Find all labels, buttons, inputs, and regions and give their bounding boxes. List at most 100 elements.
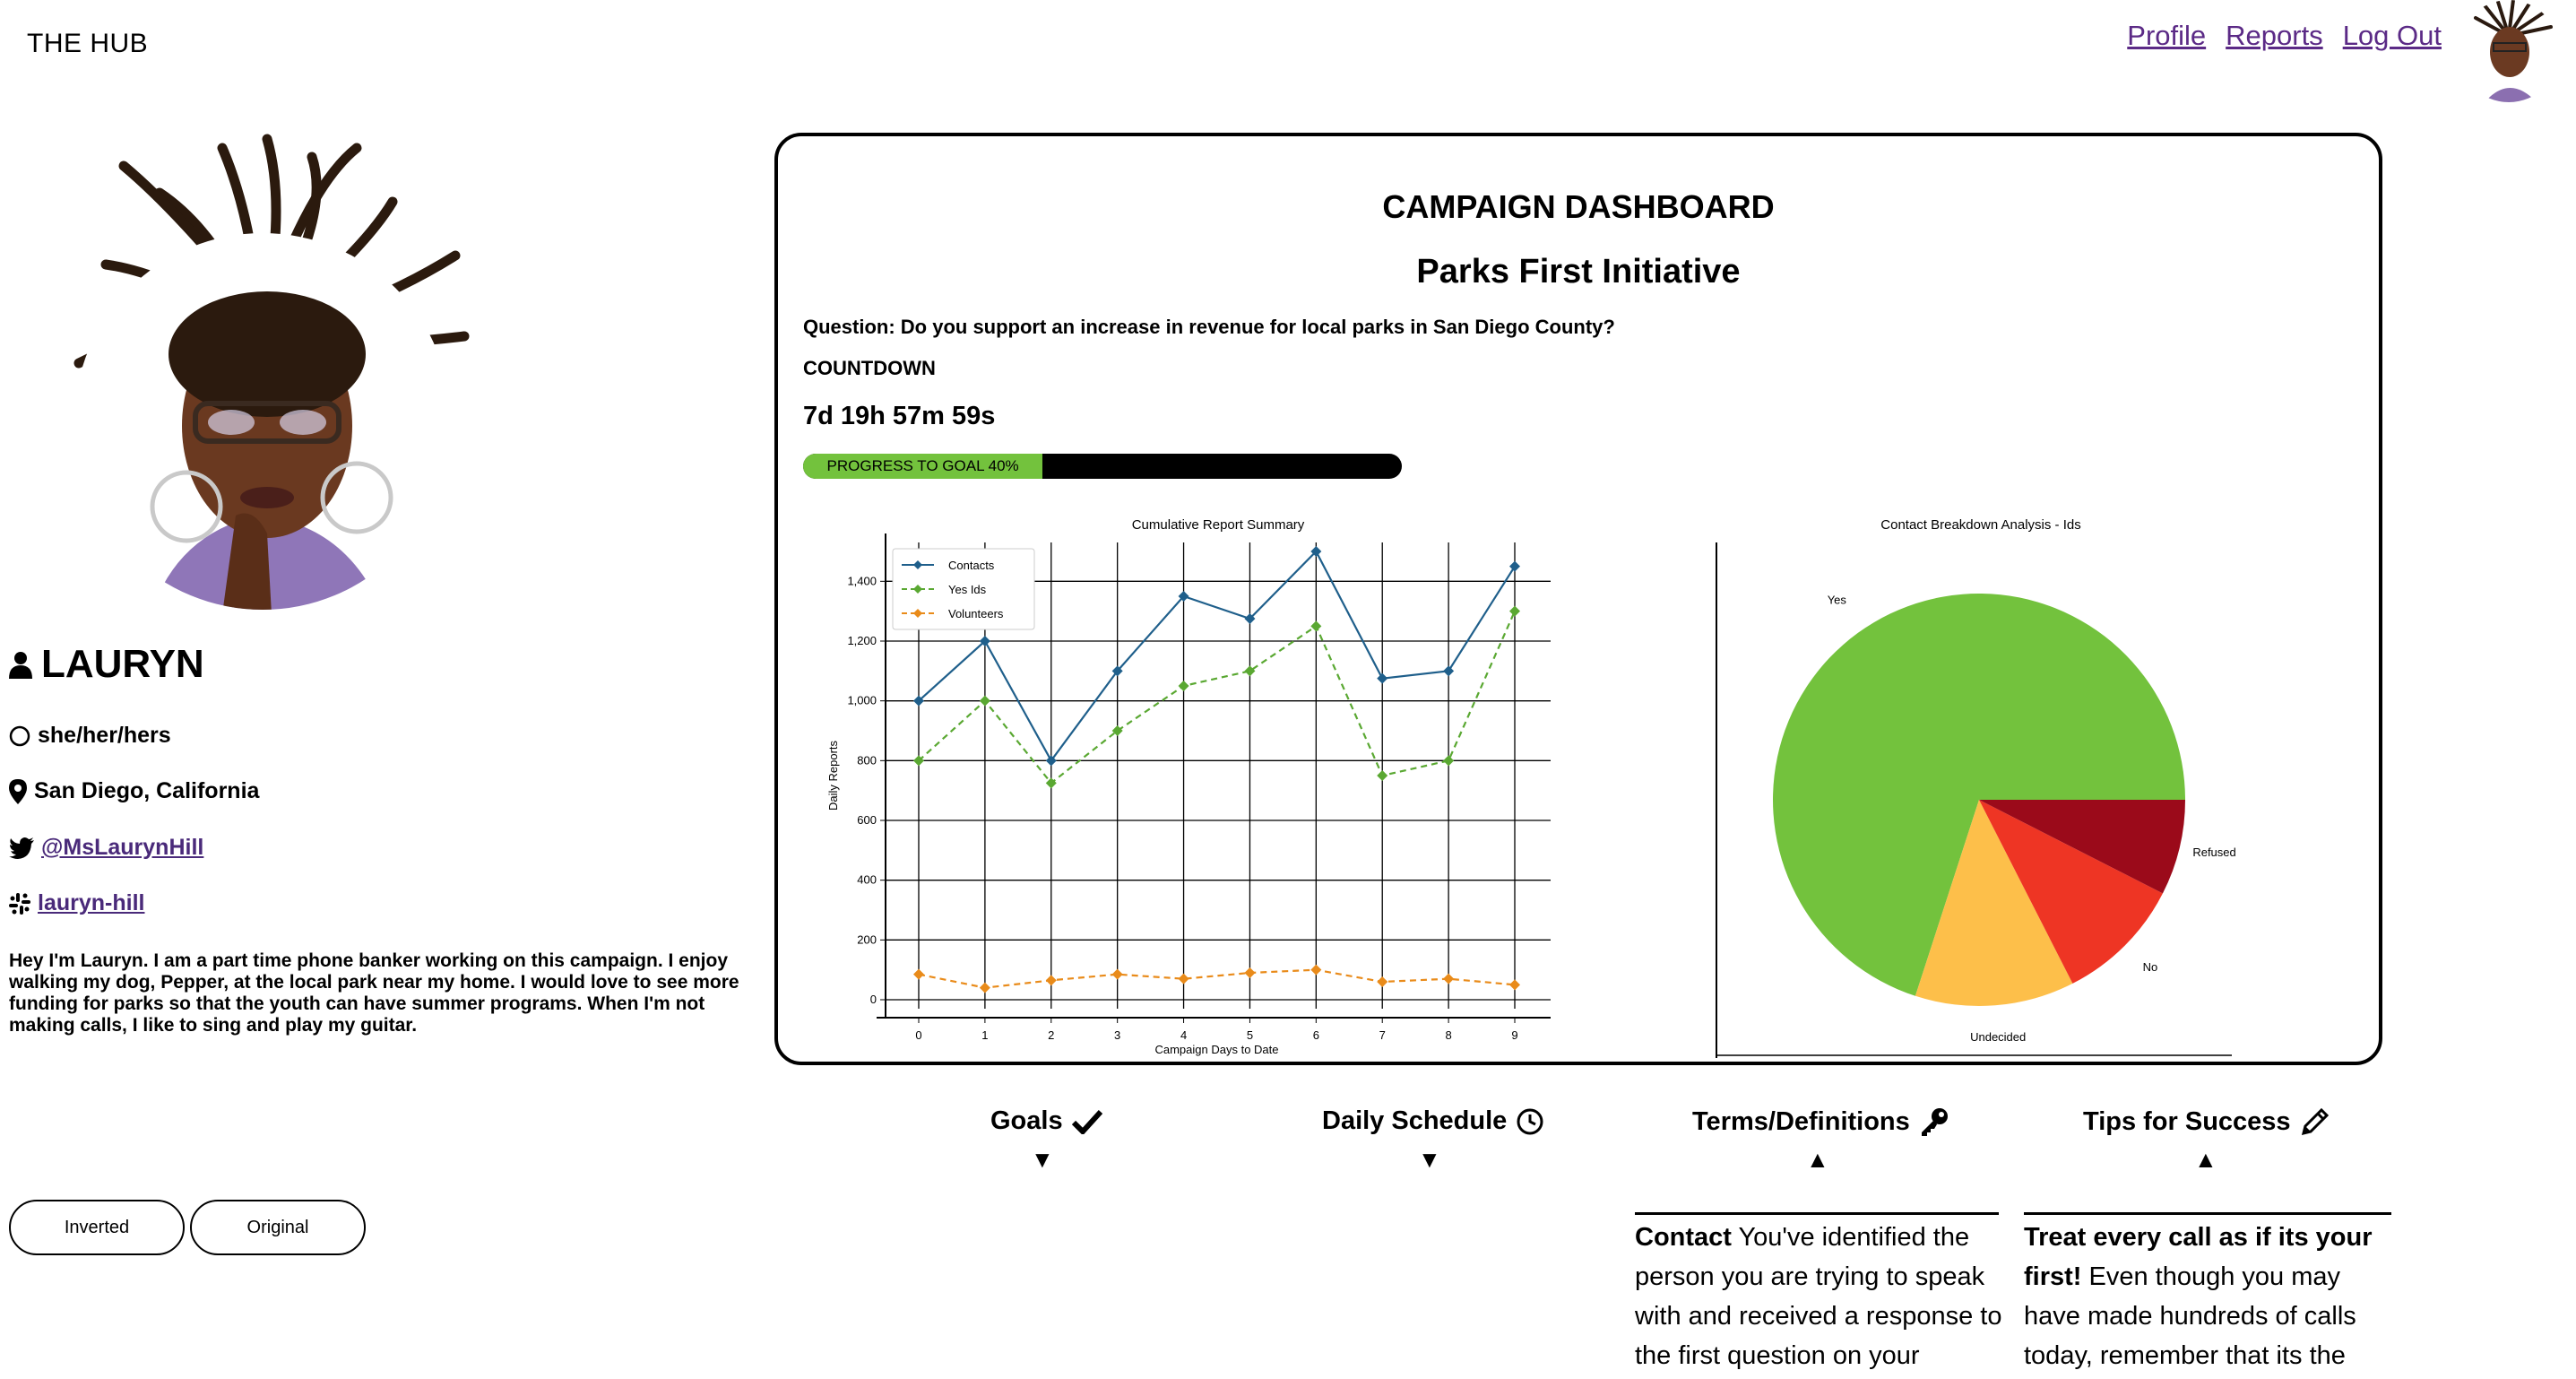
legend-label: Yes Ids [948, 583, 987, 596]
slack-link[interactable]: lauryn-hill [38, 890, 144, 916]
chart-title: Cumulative Report Summary [1132, 517, 1305, 533]
countdown-value: 7d 19h 57m 59s [803, 402, 996, 430]
pie-label: Refused [2192, 846, 2235, 859]
schedule-caret-down-icon[interactable]: ▼ [1418, 1146, 1441, 1174]
x-tick-label: 0 [915, 1028, 921, 1042]
x-tick-label: 7 [1379, 1028, 1386, 1042]
location-pin-icon [9, 778, 27, 804]
goals-caret-down-icon[interactable]: ▼ [1031, 1146, 1054, 1174]
y-axis-label: Daily Reports [826, 740, 840, 811]
tips-divider [2024, 1212, 2391, 1215]
profile-bio: Hey I'm Lauryn. I am a part time phone b… [9, 950, 739, 1036]
schedule-title: Daily Schedule [1322, 1106, 1508, 1135]
series-point [1244, 665, 1256, 677]
user-icon [9, 652, 32, 679]
series-point [979, 695, 990, 707]
nav-logout-link[interactable]: Log Out [2343, 20, 2442, 52]
series-point [1045, 777, 1057, 789]
check-icon [1071, 1109, 1102, 1134]
x-tick-label: 3 [1114, 1028, 1120, 1042]
cumulative-report-chart: Cumulative Report Summary 0 200 400 600 800 1,… [826, 517, 1551, 1056]
y-tick-label: 1,000 [847, 694, 877, 707]
series-point [1377, 770, 1388, 781]
profile-photo [43, 130, 482, 614]
goals-section-header[interactable]: Goals [990, 1106, 1102, 1136]
twitter-icon [9, 837, 34, 859]
series-point [1045, 975, 1057, 986]
clock-icon [1517, 1108, 1543, 1134]
tips-title: Tips for Success [2083, 1106, 2291, 1136]
terms-caret-up-icon[interactable]: ▲ [1806, 1146, 1829, 1174]
tips-section-header[interactable]: Tips for Success [2083, 1106, 2330, 1137]
nav-profile-link[interactable]: Profile [2127, 20, 2206, 52]
tips-text: Treat every call as if its your first! E… [2024, 1218, 2391, 1375]
series-point [1310, 620, 1322, 632]
schedule-section-header[interactable]: Daily Schedule [1322, 1106, 1544, 1136]
progress-bar: PROGRESS TO GOAL 40% [803, 454, 1402, 479]
x-tick-label: 6 [1313, 1028, 1319, 1042]
x-tick-label: 1 [981, 1028, 988, 1042]
series-point [1443, 665, 1455, 677]
tips-caret-up-icon[interactable]: ▲ [2194, 1146, 2217, 1174]
terms-section-header[interactable]: Terms/Definitions [1692, 1106, 1949, 1137]
x-tick-label: 5 [1247, 1028, 1253, 1042]
pie-label: Yes [1828, 594, 1847, 607]
x-tick-label: 4 [1180, 1028, 1187, 1042]
user-avatar[interactable] [2458, 0, 2560, 102]
key-icon [1921, 1108, 1948, 1136]
series-line-2 [918, 968, 1516, 989]
profile-pronouns-row: she/her/hers [9, 723, 171, 749]
progress-bar-fill: PROGRESS TO GOAL 40% [803, 454, 1043, 479]
profile-name: LAURYN [41, 642, 204, 686]
contact-breakdown-chart: Contact Breakdown Analysis - Ids Yes Undec… [1716, 517, 2236, 1058]
profile-pronouns: she/her/hers [38, 723, 171, 748]
goals-title: Goals [990, 1106, 1063, 1135]
profile-name-row: LAURYN [9, 642, 204, 687]
x-tick-label: 2 [1048, 1028, 1054, 1042]
chart-title: Contact Breakdown Analysis - Ids [1880, 517, 2080, 533]
campaign-question: Question: Do you support an increase in … [803, 316, 1615, 338]
y-tick-label: 800 [857, 753, 877, 767]
x-tick-label: 8 [1445, 1028, 1451, 1042]
profile-twitter-row: @MsLaurynHill [9, 835, 203, 861]
terms-divider [1635, 1212, 1999, 1215]
countdown-label: COUNTDOWN [803, 357, 936, 379]
series-point [1443, 755, 1455, 767]
series-point [1310, 964, 1322, 976]
campaign-name: Parks First Initiative [1416, 253, 1741, 291]
series-point [1509, 605, 1520, 617]
progress-label: PROGRESS TO GOAL 40% [826, 457, 1019, 474]
x-axis-label: Campaign Days to Date [1154, 1043, 1278, 1056]
nav-reports-link[interactable]: Reports [2226, 20, 2323, 52]
twitter-link[interactable]: @MsLaurynHill [41, 835, 203, 861]
slack-icon [9, 892, 30, 915]
circle-icon [9, 725, 30, 746]
series-point [1377, 672, 1388, 684]
series-line-1 [918, 611, 1517, 785]
inverted-theme-button[interactable]: Inverted [9, 1200, 185, 1255]
legend-label: Contacts [948, 559, 995, 572]
terms-title: Terms/Definitions [1692, 1106, 1910, 1136]
app-brand: THE HUB [27, 29, 149, 58]
y-tick-label: 1,200 [847, 634, 877, 647]
series-point [1509, 560, 1520, 572]
original-theme-button[interactable]: Original [190, 1200, 366, 1255]
y-tick-label: 200 [857, 932, 877, 946]
series-point [1111, 968, 1123, 980]
dashboard-title: CAMPAIGN DASHBOARD [1382, 188, 1775, 225]
pie-label: No [2143, 960, 2158, 974]
terms-term: Contact [1635, 1223, 1732, 1252]
pencil-icon [2301, 1107, 2329, 1136]
terms-text: Contact You've identified the person you… [1635, 1218, 2002, 1375]
legend-label: Volunteers [948, 607, 1004, 620]
series-point [1244, 967, 1256, 978]
top-nav: Profile Reports Log Out [2127, 20, 2442, 52]
series-point [1509, 979, 1520, 991]
y-tick-label: 1,400 [847, 574, 877, 587]
pie-label: Undecided [1970, 1030, 2026, 1044]
y-tick-label: 0 [870, 993, 877, 1006]
y-tick-label: 600 [857, 813, 877, 827]
series-point [1178, 973, 1189, 984]
series-point [913, 968, 924, 980]
series-point [1443, 973, 1455, 984]
